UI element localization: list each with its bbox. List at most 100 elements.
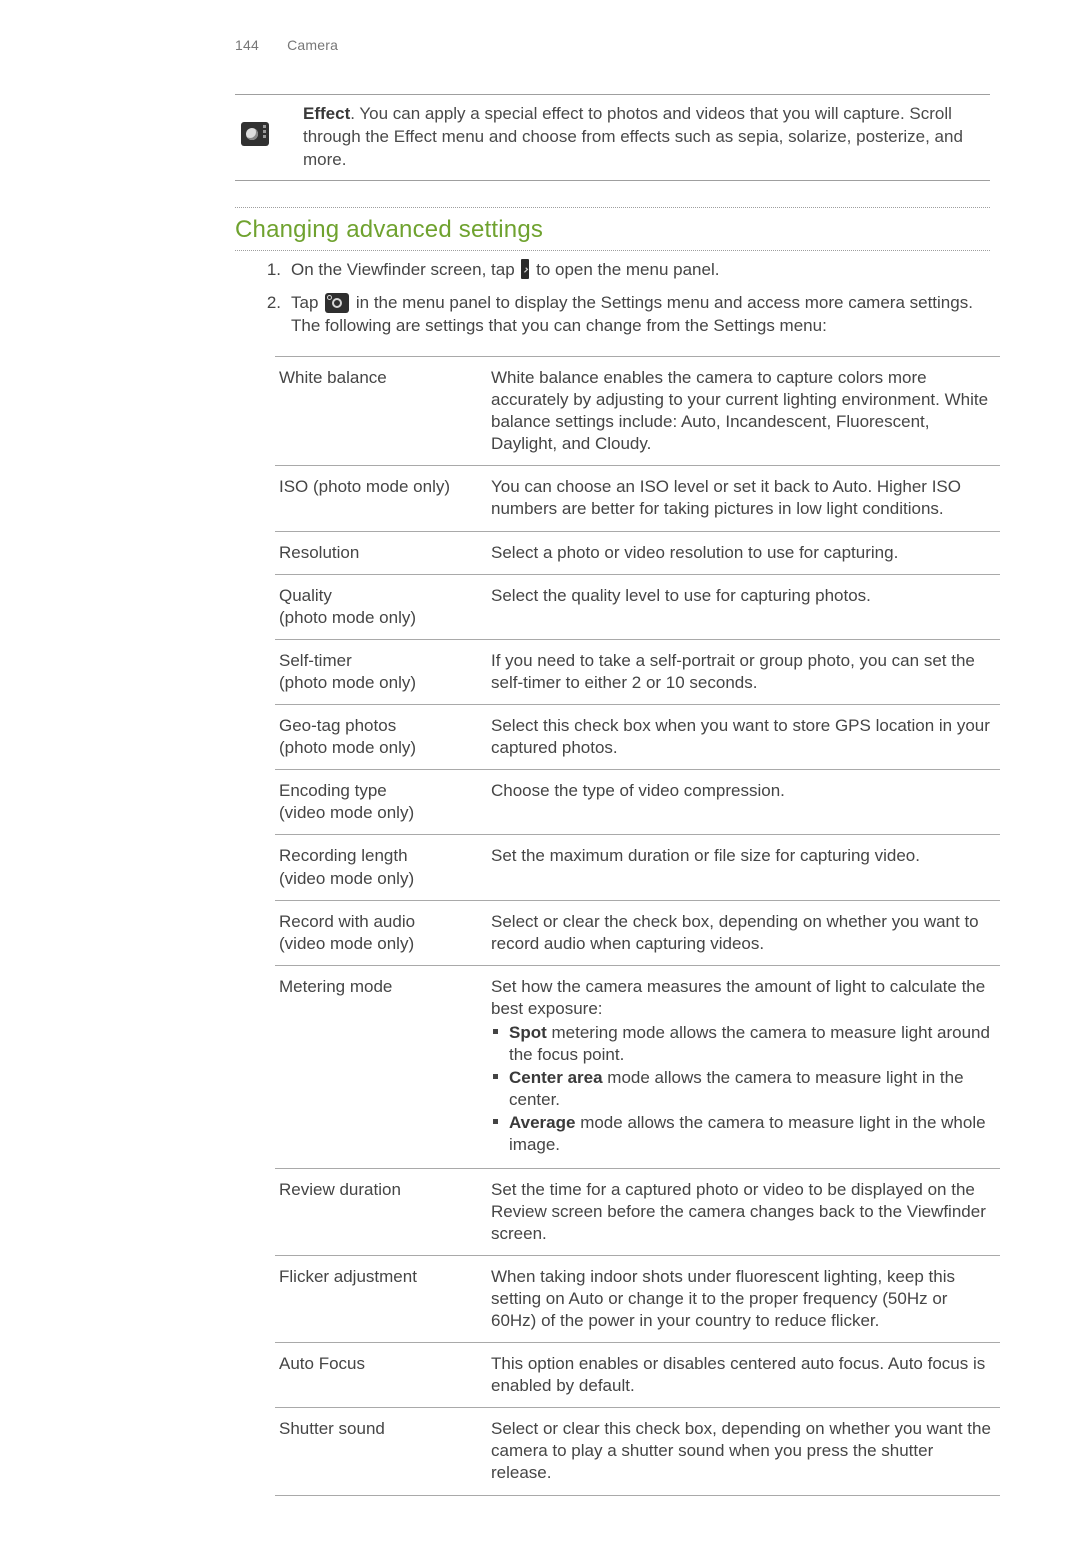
setting-bullet-list: Spot metering mode allows the camera to …: [491, 1022, 992, 1157]
step-before: Tap: [291, 293, 323, 312]
setting-description-cell: This option enables or disables centered…: [487, 1343, 1000, 1408]
page-number: 144: [235, 37, 259, 53]
setting-description: White balance enables the camera to capt…: [491, 368, 988, 453]
settings-row: Geo-tag photos (photo mode only) Select th…: [275, 705, 1000, 770]
setting-description-cell: White balance enables the camera to capt…: [487, 357, 1000, 466]
setting-bullet: Center area mode allows the camera to me…: [505, 1067, 992, 1111]
setting-label-main: Metering mode: [279, 977, 392, 996]
effect-text: . You can apply a special effect to phot…: [303, 104, 963, 169]
setting-label-sub: (video mode only): [279, 802, 479, 824]
setting-description-cell: Select a photo or video resolution to us…: [487, 531, 1000, 574]
setting-label-sub: (video mode only): [279, 933, 479, 955]
bullet-bold: Spot: [509, 1023, 547, 1042]
setting-label-cell: ISO (photo mode only): [275, 466, 487, 531]
setting-description: Select the quality level to use for capt…: [491, 586, 871, 605]
setting-label-sub: (photo mode only): [279, 607, 479, 629]
setting-label-main: ISO (photo mode only): [279, 477, 450, 496]
step-text: On the Viewfinder screen, tap to open th…: [291, 259, 990, 282]
setting-description-cell: Set the time for a captured photo or vid…: [487, 1168, 1000, 1255]
section-rule-bottom: [235, 250, 990, 251]
settings-gear-icon: [325, 293, 349, 313]
setting-label-main: Flicker adjustment: [279, 1267, 417, 1286]
setting-label-cell: White balance: [275, 357, 487, 466]
effect-description-cell: Effect. You can apply a special effect t…: [297, 95, 990, 181]
setting-description: Select this check box when you want to s…: [491, 716, 990, 757]
page-content: Effect. You can apply a special effect t…: [235, 94, 990, 1496]
setting-description: Set the time for a captured photo or vid…: [491, 1180, 986, 1243]
settings-row: Encoding type (video mode only) Choose the…: [275, 770, 1000, 835]
setting-label-main: Quality: [279, 586, 332, 605]
settings-row: Resolution Select a photo or video resolu…: [275, 531, 1000, 574]
setting-bullet: Spot metering mode allows the camera to …: [505, 1022, 992, 1066]
setting-label-main: Encoding type: [279, 781, 387, 800]
setting-description-cell: You can choose an ISO level or set it ba…: [487, 466, 1000, 531]
setting-label-main: Resolution: [279, 543, 359, 562]
settings-row: Flicker adjustment When taking indoor sho…: [275, 1255, 1000, 1342]
setting-label-main: Geo-tag photos: [279, 716, 396, 735]
bullet-bold: Center area: [509, 1068, 603, 1087]
setting-label-main: Record with audio: [279, 912, 415, 931]
setting-label-main: Auto Focus: [279, 1354, 365, 1373]
setting-description-intro: Set how the camera measures the amount o…: [491, 976, 992, 1020]
setting-description-cell: Select or clear this check box, dependin…: [487, 1408, 1000, 1495]
document-page: 144 Camera Effect. You can apply a speci…: [0, 0, 1080, 1556]
effect-icon-cell: [235, 95, 297, 181]
setting-description-cell: When taking indoor shots under fluoresce…: [487, 1255, 1000, 1342]
step-number: 1.: [255, 259, 281, 282]
setting-label-cell: Geo-tag photos (photo mode only): [275, 705, 487, 770]
setting-description-cell: Select this check box when you want to s…: [487, 705, 1000, 770]
bullet-rest: mode allows the camera to measure light …: [509, 1113, 986, 1154]
setting-description: Set the maximum duration or file size fo…: [491, 846, 920, 865]
setting-label-sub: (photo mode only): [279, 737, 479, 759]
settings-row: ISO (photo mode only) You can choose an I…: [275, 466, 1000, 531]
setting-label-main: Self-timer: [279, 651, 352, 670]
page-header: 144 Camera: [235, 36, 338, 55]
section-title: Changing advanced settings: [235, 214, 990, 246]
step-after: in the menu panel to display the Setting…: [291, 293, 973, 335]
step-number: 2.: [255, 292, 281, 315]
setting-label-cell: Flicker adjustment: [275, 1255, 487, 1342]
setting-description-cell: If you need to take a self-portrait or g…: [487, 639, 1000, 704]
setting-description: When taking indoor shots under fluoresce…: [491, 1267, 955, 1330]
settings-row: Auto Focus This option enables or disable…: [275, 1343, 1000, 1408]
setting-description-cell: Select or clear the check box, depending…: [487, 900, 1000, 965]
settings-row: Self-timer (photo mode only) If you need t…: [275, 639, 1000, 704]
settings-row: Recording length (video mode only) Set the…: [275, 835, 1000, 900]
steps-list: 1. On the Viewfinder screen, tap to open…: [235, 259, 990, 338]
setting-label-cell: Record with audio (video mode only): [275, 900, 487, 965]
step-1: 1. On the Viewfinder screen, tap to open…: [255, 259, 990, 282]
setting-label-main: Recording length: [279, 846, 408, 865]
setting-description: Select or clear the check box, depending…: [491, 912, 979, 953]
effect-icon: [241, 122, 269, 146]
effect-table: Effect. You can apply a special effect t…: [235, 94, 990, 181]
section-rule-top: [235, 207, 990, 208]
step-2: 2. Tap in the menu panel to display the …: [255, 292, 990, 338]
setting-label-cell: Encoding type (video mode only): [275, 770, 487, 835]
effect-row: Effect. You can apply a special effect t…: [235, 95, 990, 181]
setting-label-cell: Quality (photo mode only): [275, 574, 487, 639]
step-after: to open the menu panel.: [531, 260, 719, 279]
bullet-bold: Average: [509, 1113, 575, 1132]
setting-label-cell: Self-timer (photo mode only): [275, 639, 487, 704]
settings-row: Metering mode Set how the camera measures…: [275, 965, 1000, 1168]
setting-label-cell: Recording length (video mode only): [275, 835, 487, 900]
step-text: Tap in the menu panel to display the Set…: [291, 292, 990, 338]
setting-bullet: Average mode allows the camera to measur…: [505, 1112, 992, 1156]
settings-row: Quality (photo mode only) Select the quali…: [275, 574, 1000, 639]
settings-row: White balanceWhite balance enables the c…: [275, 357, 1000, 466]
chapter-title: Camera: [287, 37, 338, 53]
setting-description-cell: Set the maximum duration or file size fo…: [487, 835, 1000, 900]
setting-label-cell: Resolution: [275, 531, 487, 574]
settings-row: Review durationSet the time for a captur…: [275, 1168, 1000, 1255]
setting-description-cell: Choose the type of video compression.: [487, 770, 1000, 835]
menu-tab-icon: [521, 259, 529, 279]
settings-row: Shutter soundSelect or clear this check …: [275, 1408, 1000, 1495]
setting-label-cell: Review duration: [275, 1168, 487, 1255]
setting-description-cell: Set how the camera measures the amount o…: [487, 965, 1000, 1168]
setting-label-sub: (video mode only): [279, 868, 479, 890]
setting-label-cell: Shutter sound: [275, 1408, 487, 1495]
step-before: On the Viewfinder screen, tap: [291, 260, 519, 279]
setting-description: This option enables or disables centered…: [491, 1354, 985, 1395]
setting-description: Select or clear this check box, dependin…: [491, 1419, 991, 1482]
setting-label-sub: (photo mode only): [279, 672, 479, 694]
